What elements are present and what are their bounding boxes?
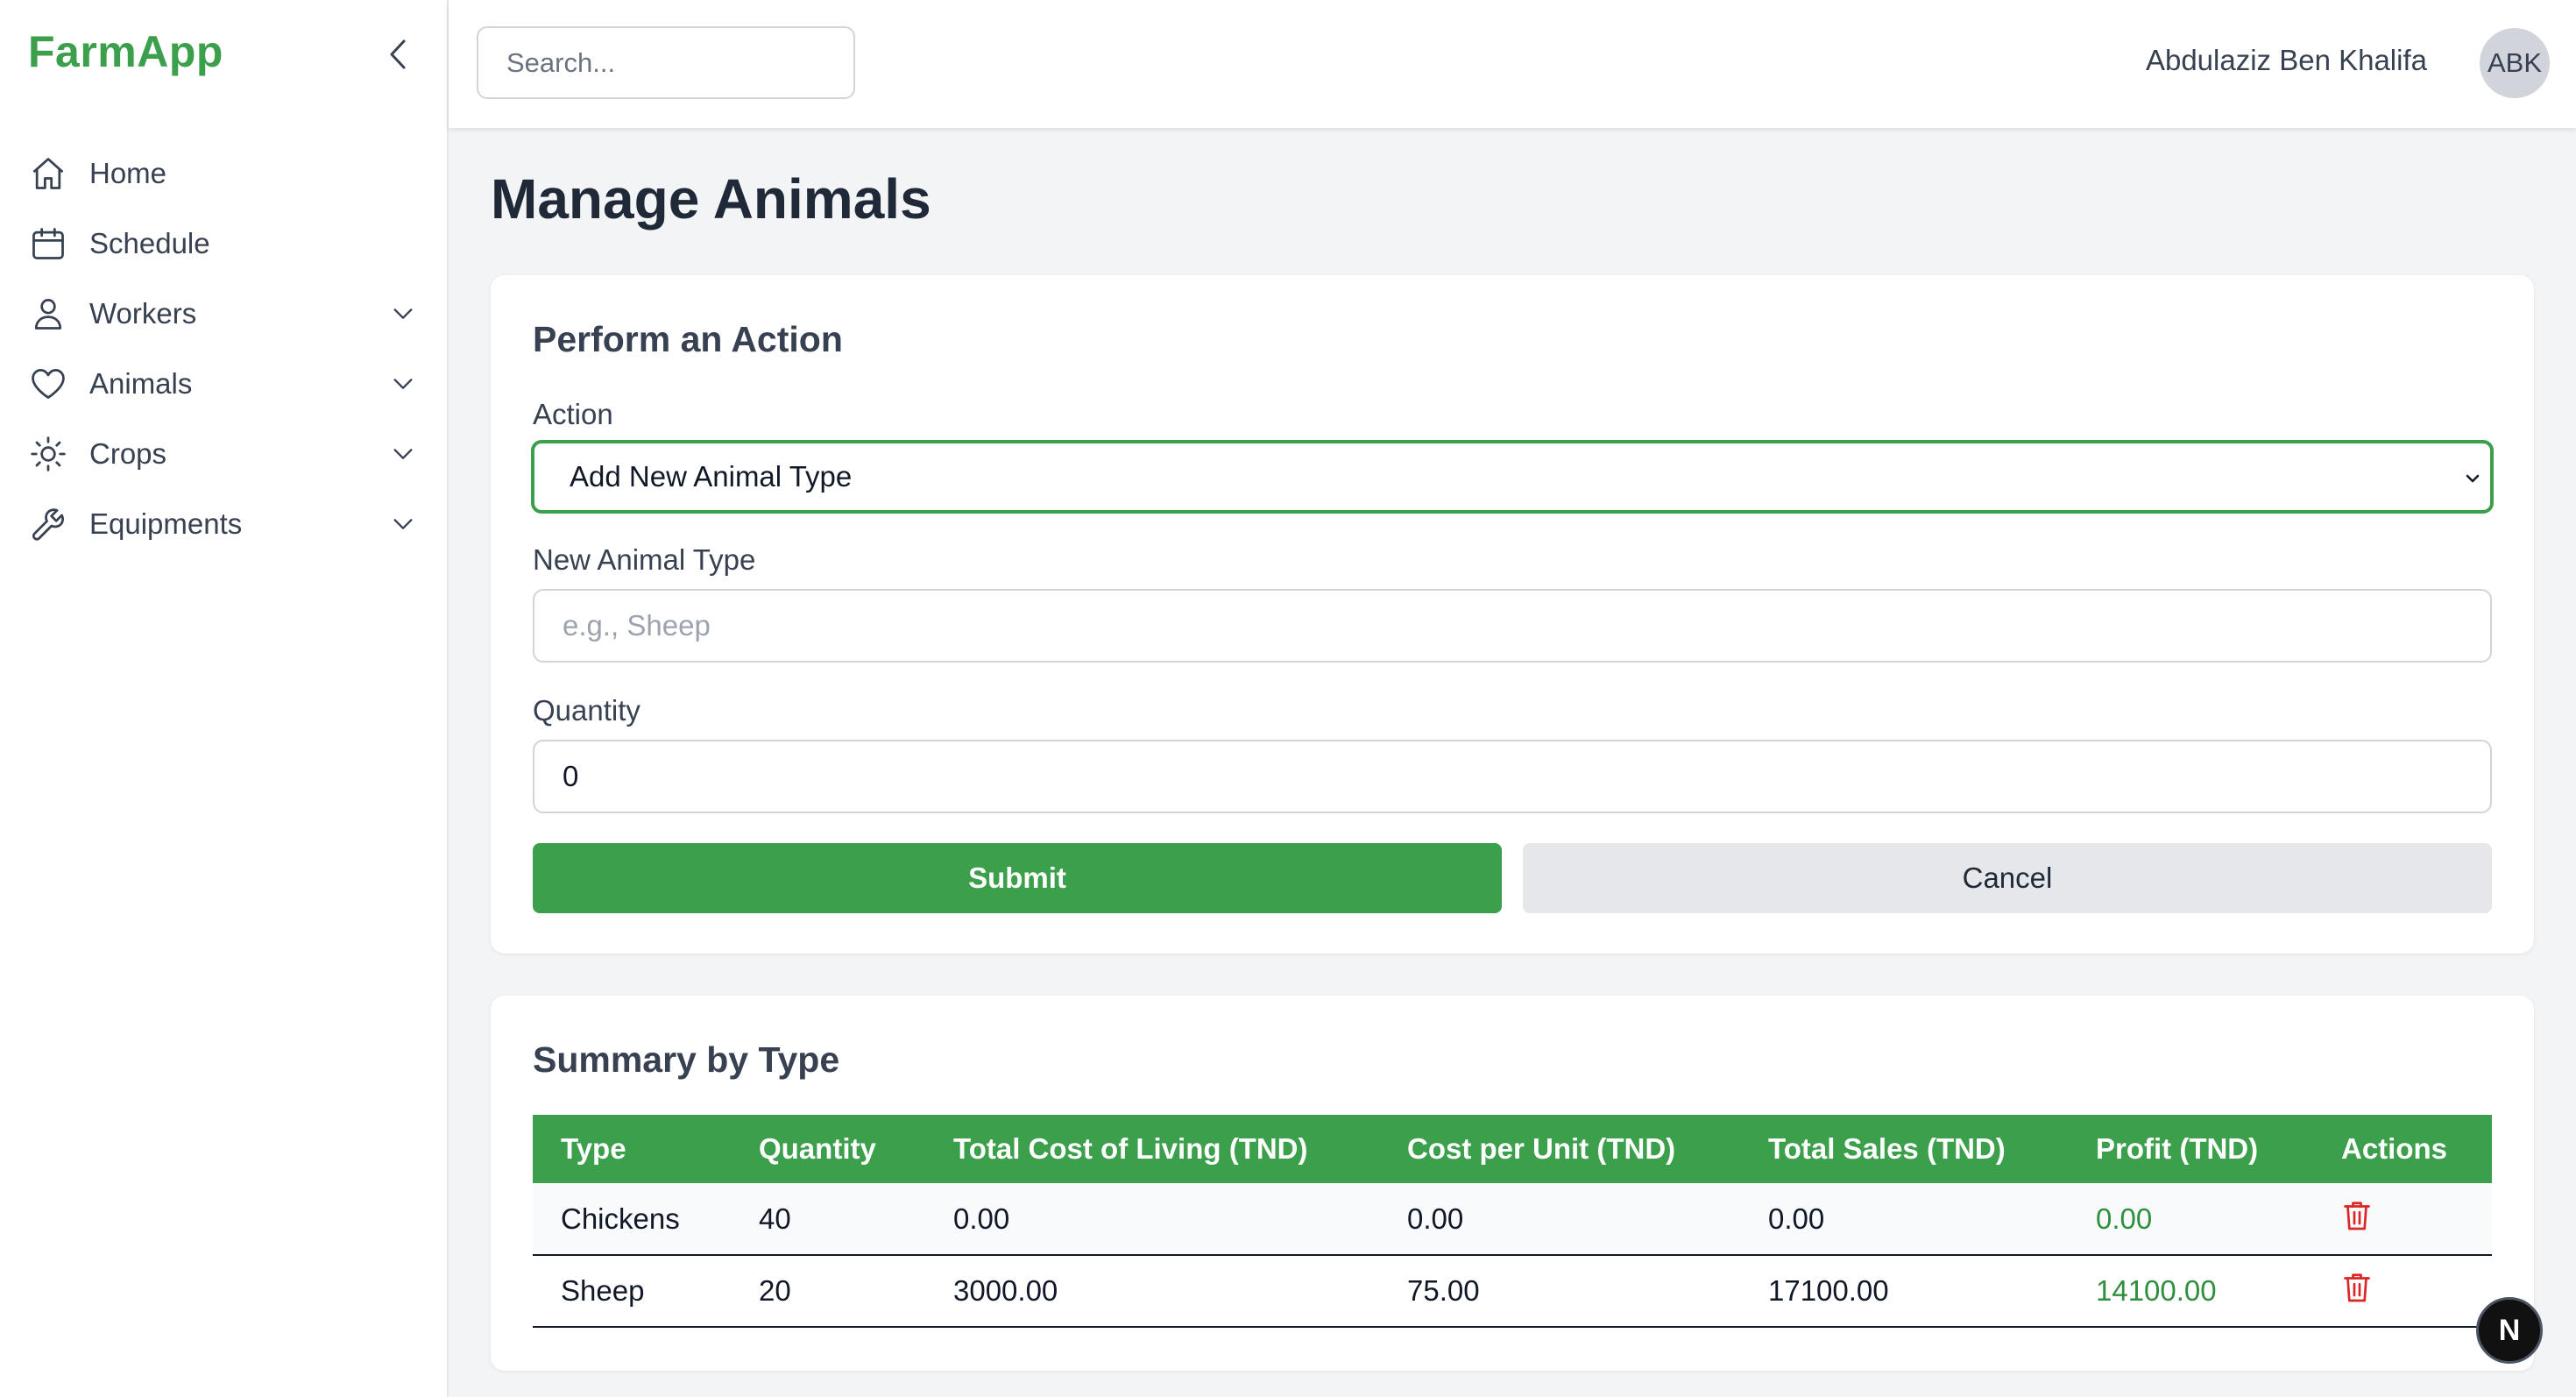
column-header-cost-per-unit[interactable]: Cost per Unit (TND) (1379, 1115, 1740, 1183)
sidebar-item-label: Crops (89, 437, 167, 470)
submit-button[interactable]: Submit (533, 843, 1502, 913)
chevron-down-icon[interactable] (391, 301, 415, 326)
app-logo[interactable]: FarmApp (28, 26, 223, 77)
cell-total-sales: 0.00 (1740, 1183, 2068, 1256)
sidebar-item-crops[interactable]: Crops (0, 419, 449, 489)
column-header-type[interactable]: Type (533, 1115, 731, 1183)
cell-total-cost: 0.00 (925, 1183, 1379, 1256)
heart-icon (28, 364, 68, 404)
cell-type: Sheep (533, 1255, 731, 1328)
search-input[interactable] (477, 26, 855, 99)
sidebar-item-equipments[interactable]: Equipments (0, 489, 449, 559)
sidebar-item-animals[interactable]: Animals (0, 349, 449, 419)
sidebar-item-home[interactable]: Home (0, 138, 449, 209)
table-row: Sheep 20 3000.00 75.00 17100.00 14100.00 (533, 1255, 2492, 1328)
sidebar-item-label: Animals (89, 367, 193, 400)
action-form-title: Perform an Action (533, 319, 843, 359)
table-row: Chickens 40 0.00 0.00 0.00 0.00 (533, 1183, 2492, 1256)
cell-total-sales: 17100.00 (1740, 1255, 2068, 1328)
action-select-value: Add New Animal Type (570, 460, 853, 493)
delete-button[interactable] (2341, 1270, 2373, 1305)
user-icon (28, 294, 68, 334)
cell-actions (2313, 1255, 2492, 1328)
sidebar-item-workers[interactable]: Workers (0, 279, 449, 349)
column-header-total-sales[interactable]: Total Sales (TND) (1740, 1115, 2068, 1183)
cell-profit: 14100.00 (2068, 1255, 2313, 1328)
chevron-down-icon[interactable] (391, 442, 415, 466)
sidebar-item-label: Home (89, 157, 167, 189)
dev-tools-badge[interactable]: N (2476, 1297, 2543, 1364)
user-name: Abdulaziz Ben Khalifa (2145, 44, 2427, 76)
wrench-icon (28, 504, 68, 544)
chevron-down-icon[interactable] (391, 372, 415, 396)
new-animal-type-input[interactable] (533, 589, 2492, 663)
home-icon (28, 153, 68, 194)
chevron-down-icon[interactable] (391, 512, 415, 536)
column-header-profit[interactable]: Profit (TND) (2068, 1115, 2313, 1183)
sidebar-item-label: Workers (89, 297, 197, 330)
chevron-left-icon (390, 39, 406, 69)
summary-title: Summary by Type (533, 1039, 840, 1080)
summary-table: Type Quantity Total Cost of Living (TND)… (533, 1115, 2492, 1328)
action-label: Action (533, 398, 613, 430)
sun-icon (28, 434, 68, 474)
delete-button[interactable] (2341, 1198, 2373, 1233)
cancel-button[interactable]: Cancel (1523, 843, 2492, 913)
cell-cost-per-unit: 0.00 (1379, 1183, 1740, 1256)
collapse-sidebar-button[interactable] (380, 35, 415, 74)
cell-quantity: 40 (731, 1183, 925, 1256)
action-form-card: Perform an Action Action Add New Animal … (491, 275, 2534, 954)
summary-card: Summary by Type Type Quantity Total Cost… (491, 996, 2534, 1371)
table-header-row: Type Quantity Total Cost of Living (TND)… (533, 1115, 2492, 1183)
page-title: Manage Animals (491, 167, 931, 230)
sidebar-item-schedule[interactable]: Schedule (0, 209, 449, 279)
quantity-input[interactable] (533, 740, 2492, 813)
sidebar-nav: Home Schedule Workers Animals Crops Equi… (0, 138, 449, 559)
sidebar-item-label: Equipments (89, 507, 243, 540)
avatar[interactable]: ABK (2480, 28, 2550, 98)
column-header-actions: Actions (2313, 1115, 2492, 1183)
cell-type: Chickens (533, 1183, 731, 1256)
sidebar-item-label: Schedule (89, 227, 210, 259)
action-select[interactable]: Add New Animal Type (531, 440, 2494, 514)
cell-total-cost: 3000.00 (925, 1255, 1379, 1328)
top-header: Abdulaziz Ben Khalifa ABK (449, 0, 2576, 128)
new-animal-type-label: New Animal Type (533, 543, 756, 576)
sidebar: FarmApp Home Schedule Workers Animals Cr… (0, 0, 449, 1397)
calendar-icon (28, 223, 68, 264)
quantity-label: Quantity (533, 694, 640, 727)
cell-actions (2313, 1183, 2492, 1256)
cell-profit: 0.00 (2068, 1183, 2313, 1256)
column-header-quantity[interactable]: Quantity (731, 1115, 925, 1183)
chevron-down-icon (2466, 474, 2480, 483)
trash-icon (2344, 1201, 2370, 1230)
trash-icon (2344, 1273, 2370, 1302)
column-header-total-cost[interactable]: Total Cost of Living (TND) (925, 1115, 1379, 1183)
cell-quantity: 20 (731, 1255, 925, 1328)
cell-cost-per-unit: 75.00 (1379, 1255, 1740, 1328)
